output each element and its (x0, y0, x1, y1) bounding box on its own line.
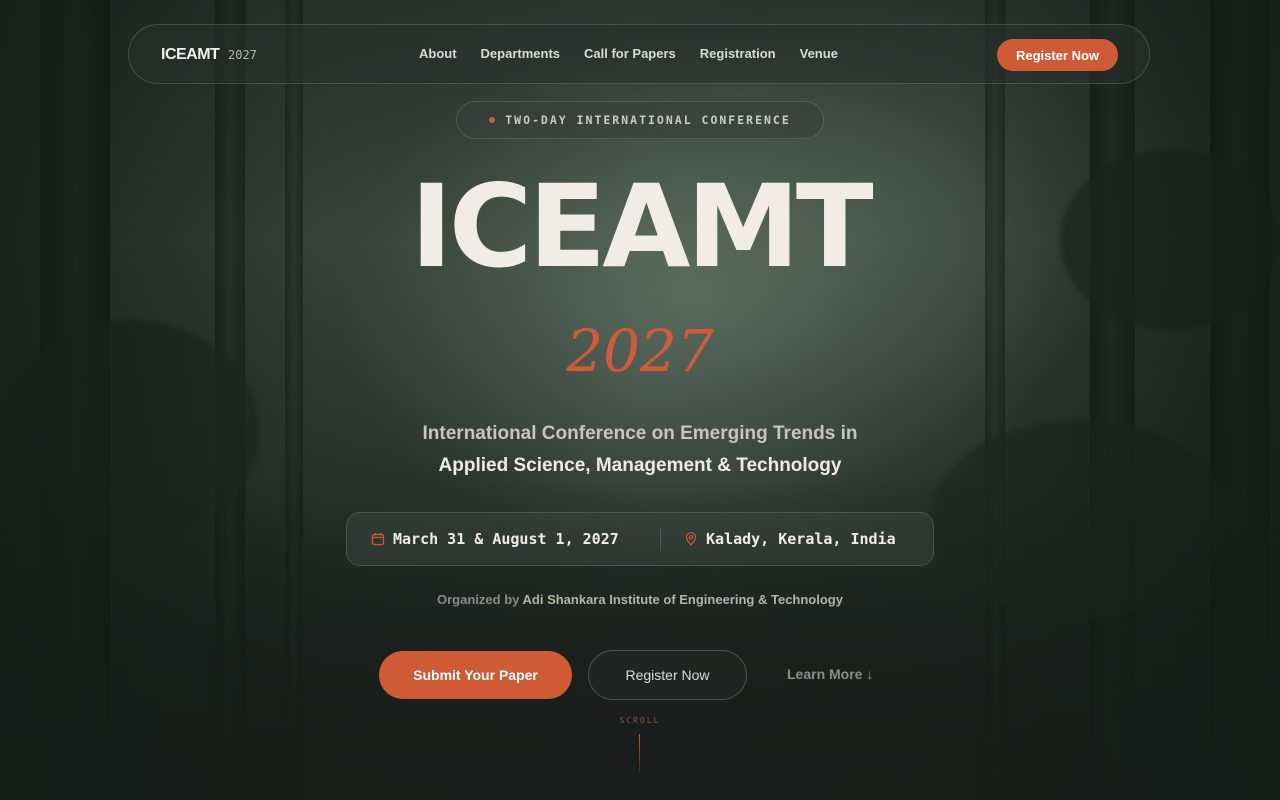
subtitle-line-2: Applied Science, Management & Technology (438, 455, 842, 476)
nav-link-departments[interactable]: Departments (481, 46, 560, 61)
event-date: March 31 & August 1, 2027 (371, 530, 619, 548)
scroll-indicator-line (639, 734, 640, 772)
nav-link-registration[interactable]: Registration (700, 46, 776, 61)
brand-year: 2027 (228, 48, 257, 62)
calendar-icon (371, 533, 385, 546)
nav-link-call-for-papers[interactable]: Call for Papers (584, 46, 676, 61)
nav-register-button[interactable]: Register Now (997, 39, 1118, 71)
event-date-text: March 31 & August 1, 2027 (393, 530, 619, 548)
badge-dot-icon (489, 117, 496, 123)
map-pin-icon (685, 532, 697, 546)
nav-link-about[interactable]: About (419, 46, 457, 61)
conference-badge: TWO-DAY INTERNATIONAL CONFERENCE (456, 101, 824, 139)
hero-title: ICEAMT (410, 160, 873, 293)
subtitle-line-1: International Conference on Emerging Tre… (422, 423, 858, 444)
hero-year: 2027 (566, 317, 714, 385)
event-location: Kalady, Kerala, India (684, 530, 896, 548)
brand-logo[interactable]: ICEAMT (161, 46, 220, 64)
hero-subtitle: International Conference on Emerging Tre… (0, 418, 1280, 482)
event-info-card: March 31 & August 1, 2027 Kalady, Kerala… (346, 512, 934, 566)
top-navbar: ICEAMT 2027 About Departments Call for P… (128, 24, 1150, 84)
submit-paper-button[interactable]: Submit Your Paper (379, 651, 572, 699)
learn-more-link[interactable]: Learn More ↓ (787, 666, 873, 682)
nav-link-venue[interactable]: Venue (800, 46, 838, 61)
organizer-line: Organized by Adi Shankara Institute of E… (0, 592, 1280, 607)
event-location-text: Kalady, Kerala, India (706, 530, 896, 548)
badge-label: TWO-DAY INTERNATIONAL CONFERENCE (505, 113, 791, 127)
register-now-button[interactable]: Register Now (588, 650, 747, 700)
scroll-indicator-label: SCROLL (619, 716, 661, 725)
organizer-name: Adi Shankara Institute of Engineering & … (522, 592, 843, 607)
nav-links: About Departments Call for Papers Regist… (419, 46, 838, 61)
info-divider (660, 529, 661, 551)
organizer-prefix: Organized by (437, 592, 520, 607)
